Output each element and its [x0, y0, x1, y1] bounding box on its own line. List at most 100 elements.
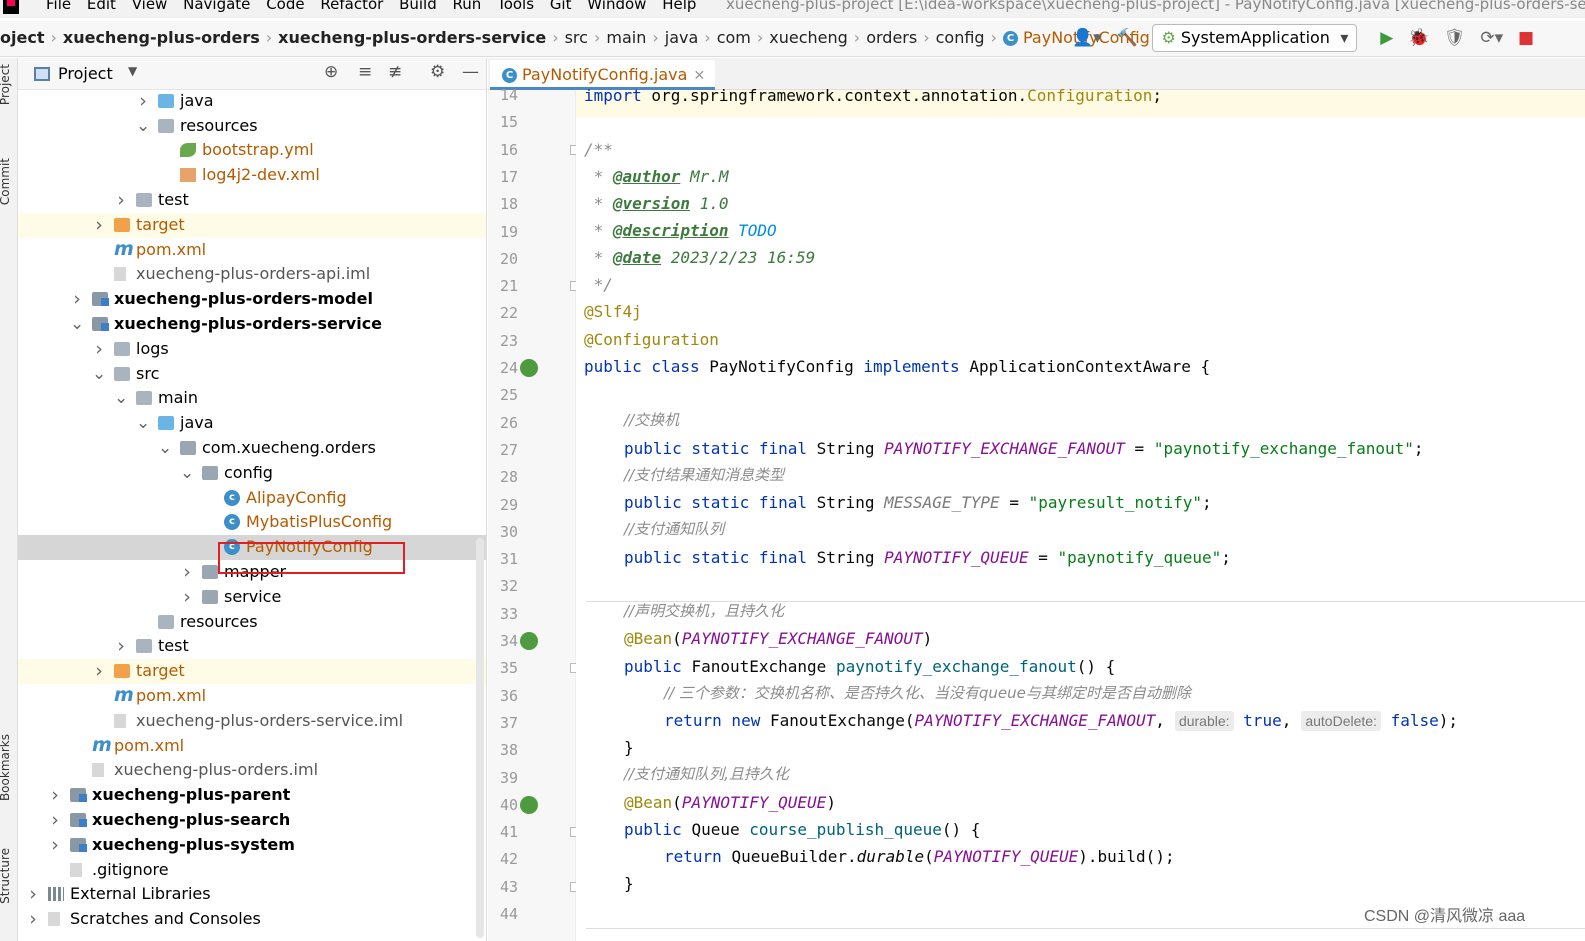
- side-tab-commit[interactable]: Commit: [0, 158, 12, 205]
- menu-tools[interactable]: Tools: [497, 0, 534, 13]
- tree-item[interactable]: › java: [18, 89, 486, 114]
- bean-gutter-icon[interactable]: [520, 632, 538, 650]
- breadcrumb-orders[interactable]: xuecheng-plus-orders: [63, 28, 260, 47]
- tree-item[interactable]: xuecheng-plus-orders-service.iml: [18, 709, 486, 734]
- tree-item[interactable]: ⌄ resources: [18, 114, 486, 139]
- tree-item[interactable]: ⌄ config: [18, 461, 486, 486]
- tree-item[interactable]: c AlipayConfig: [18, 486, 486, 511]
- tree-item[interactable]: c MybatisPlusConfig: [18, 510, 486, 535]
- chevron-right-icon[interactable]: ›: [114, 188, 128, 212]
- chevron-right-icon[interactable]: ›: [48, 808, 62, 832]
- menu-run[interactable]: Run: [453, 0, 482, 13]
- gear-icon[interactable]: ⚙: [430, 62, 445, 82]
- chevron-down-icon[interactable]: ⌄: [180, 461, 194, 485]
- chevron-right-icon[interactable]: ›: [48, 783, 62, 807]
- user-icon[interactable]: 👤▾: [1072, 28, 1102, 48]
- side-tab-structure[interactable]: Structure: [0, 848, 12, 904]
- chevron-right-icon[interactable]: ›: [92, 337, 106, 361]
- breadcrumb-config[interactable]: config: [936, 28, 985, 47]
- debug-icon[interactable]: 🐞: [1408, 28, 1429, 48]
- expand-all-icon[interactable]: ≡: [358, 62, 372, 82]
- tree-item[interactable]: log4j2-dev.xml: [18, 163, 486, 188]
- breadcrumb-java[interactable]: java: [665, 28, 699, 47]
- menu-view[interactable]: View: [132, 0, 168, 13]
- tree-item[interactable]: › target: [18, 212, 486, 238]
- tree-item[interactable]: › xuecheng-plus-search: [18, 808, 486, 833]
- tree-item[interactable]: › service: [18, 585, 486, 610]
- tree-item[interactable]: .gitignore: [18, 858, 486, 883]
- menu-code[interactable]: Code: [266, 0, 304, 13]
- menu-refactor[interactable]: Refactor: [320, 0, 383, 13]
- bean-gutter-icon[interactable]: [520, 795, 538, 814]
- menu-git[interactable]: Git: [550, 0, 572, 13]
- side-tab-bookmarks[interactable]: Bookmarks: [0, 734, 12, 801]
- breadcrumb-com[interactable]: com: [717, 28, 751, 47]
- collapse-all-icon[interactable]: ≢: [388, 62, 402, 82]
- tree-item[interactable]: › test: [18, 188, 486, 213]
- chevron-down-icon[interactable]: ⌄: [136, 411, 150, 435]
- chevron-right-icon[interactable]: ›: [180, 585, 194, 609]
- tree-item[interactable]: › xuecheng-plus-parent: [18, 783, 486, 808]
- coverage-icon[interactable]: 🛡: [1444, 28, 1466, 48]
- run-icon[interactable]: ▶: [1380, 28, 1393, 48]
- tree-item[interactable]: bootstrap.yml: [18, 138, 486, 163]
- tree-item[interactable]: › target: [18, 659, 486, 685]
- tree-item[interactable]: xuecheng-plus-orders-api.iml: [18, 262, 486, 287]
- tree-item[interactable]: m pom.xml: [18, 238, 486, 263]
- tree-item[interactable]: › xuecheng-plus-orders-model: [18, 287, 486, 312]
- source-folder-icon: [158, 93, 174, 108]
- menu-edit[interactable]: Edit: [87, 0, 116, 13]
- tree-item[interactable]: › xuecheng-plus-system: [18, 833, 486, 858]
- breadcrumb-orders-pkg[interactable]: orders: [866, 28, 917, 47]
- menu-file[interactable]: File: [46, 0, 71, 13]
- chevron-right-icon[interactable]: ›: [70, 287, 84, 311]
- chevron-down-icon[interactable]: ⌄: [114, 386, 128, 410]
- tree-item[interactable]: ⌄ xuecheng-plus-orders-service: [18, 312, 486, 337]
- chevron-right-icon[interactable]: ›: [114, 634, 128, 658]
- tree-item[interactable]: m pom.xml: [18, 734, 486, 759]
- chevron-right-icon[interactable]: ›: [136, 89, 150, 113]
- menu-build[interactable]: Build: [399, 0, 437, 13]
- chevron-down-icon[interactable]: ▼: [128, 64, 137, 78]
- run-configuration-select[interactable]: ⚙ SystemApplication ▾: [1152, 24, 1358, 52]
- tree-item[interactable]: › test: [18, 634, 486, 659]
- stop-icon[interactable]: ■: [1518, 28, 1534, 48]
- chevron-right-icon[interactable]: ›: [26, 882, 40, 906]
- hide-panel-icon[interactable]: —: [462, 62, 479, 82]
- chevron-down-icon[interactable]: ⌄: [158, 436, 172, 460]
- breadcrumb-src[interactable]: src: [565, 28, 588, 47]
- code-area[interactable]: import org.springframework.context.annot…: [576, 86, 1585, 941]
- breadcrumb-project[interactable]: oject: [0, 28, 44, 47]
- breadcrumb-orders-service[interactable]: xuecheng-plus-orders-service: [278, 28, 546, 47]
- chevron-right-icon[interactable]: ›: [26, 907, 40, 931]
- tree-item[interactable]: xuecheng-plus-orders.iml: [18, 758, 486, 783]
- tree-item[interactable]: ⌄ java: [18, 411, 486, 436]
- tree-item[interactable]: › External Libraries: [18, 882, 486, 907]
- menu-navigate[interactable]: Navigate: [183, 0, 250, 13]
- project-panel-title[interactable]: Project: [58, 64, 113, 83]
- build-hammer-icon[interactable]: 🔨: [1116, 28, 1137, 48]
- implements-gutter-icon[interactable]: [520, 359, 538, 377]
- profile-icon[interactable]: ⟳▾: [1480, 28, 1503, 48]
- tree-item[interactable]: › Scratches and Consoles: [18, 907, 486, 932]
- chevron-right-icon[interactable]: ›: [92, 213, 106, 237]
- breadcrumb-main[interactable]: main: [606, 28, 646, 47]
- tree-item[interactable]: ⌄ src: [18, 362, 486, 387]
- chevron-right-icon[interactable]: ›: [48, 833, 62, 857]
- tree-item[interactable]: m pom.xml: [18, 684, 486, 709]
- tree-item[interactable]: ⌄ com.xuecheng.orders: [18, 436, 486, 461]
- breadcrumb-xuecheng[interactable]: xuecheng: [769, 28, 848, 47]
- chevron-down-icon[interactable]: ⌄: [70, 312, 84, 336]
- tree-item[interactable]: › logs: [18, 337, 486, 362]
- chevron-right-icon[interactable]: ›: [180, 560, 194, 584]
- chevron-right-icon[interactable]: ›: [92, 659, 106, 683]
- tree-item[interactable]: resources: [18, 610, 486, 635]
- menu-help[interactable]: Help: [662, 0, 696, 13]
- menu-window[interactable]: Window: [587, 0, 646, 13]
- chevron-down-icon[interactable]: ⌄: [136, 114, 150, 138]
- side-tab-project[interactable]: Project: [0, 64, 12, 105]
- tree-item[interactable]: ⌄ main: [18, 386, 486, 411]
- project-scrollbar[interactable]: [476, 538, 484, 938]
- chevron-down-icon[interactable]: ⌄: [92, 362, 106, 386]
- locate-icon[interactable]: ⊕: [324, 62, 338, 82]
